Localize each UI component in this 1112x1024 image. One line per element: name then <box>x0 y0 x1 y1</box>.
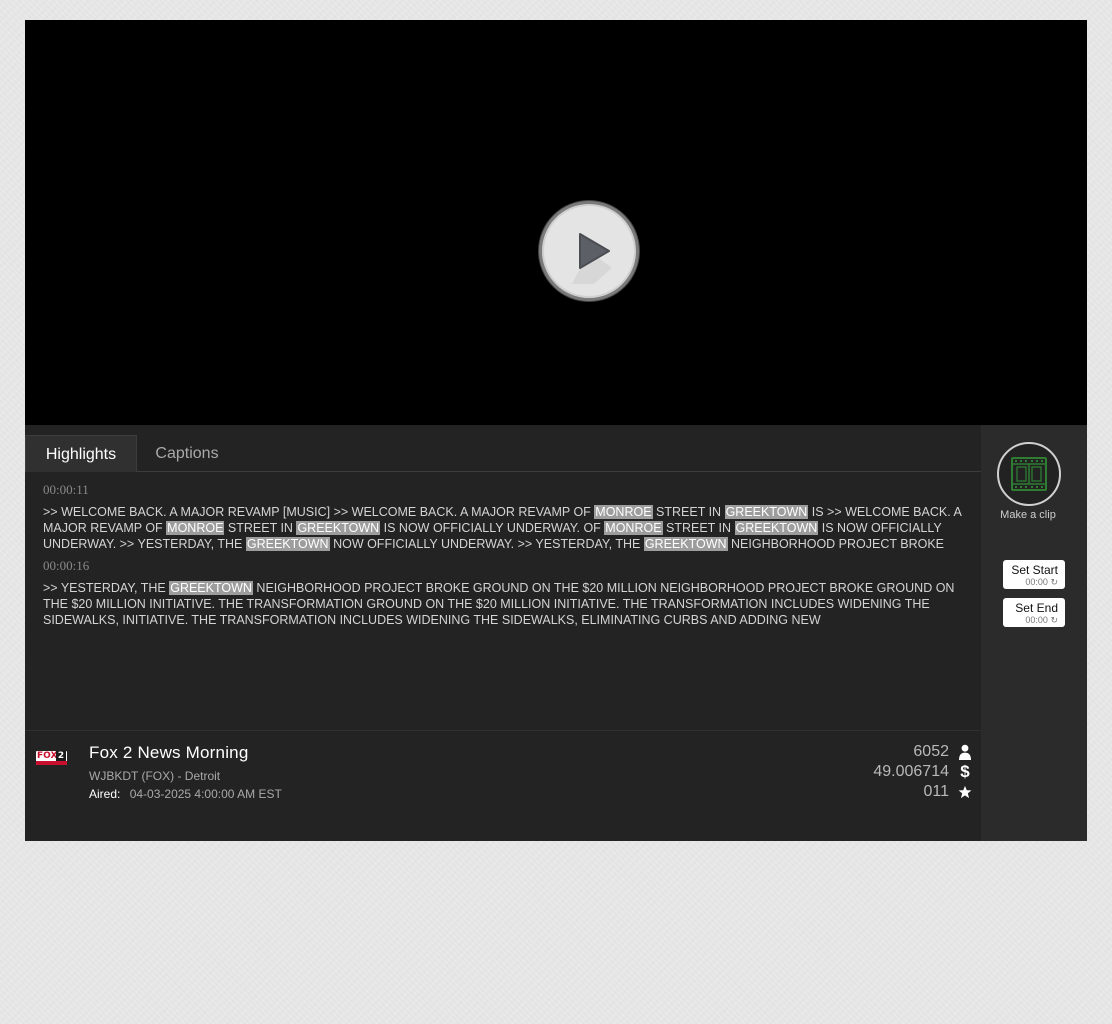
set-start-label: Set Start <box>1011 563 1058 577</box>
film-icon <box>1011 457 1047 491</box>
keyword-highlight: MONROE <box>166 521 225 535</box>
highlights-list: 00:00:11 >> WELCOME BACK. A MAJOR REVAMP … <box>43 482 968 634</box>
aired-label: Aired: <box>89 787 121 801</box>
highlight-item: 00:00:16 >> YESTERDAY, THE GREEKTOWN NEIG… <box>43 558 968 628</box>
aired-value: 04-03-2025 4:00:00 AM EST <box>129 787 282 801</box>
set-end-button[interactable]: Set End 00:00 ↻ <box>1003 598 1065 627</box>
keyword-highlight: GREEKTOWN <box>724 505 809 519</box>
caption-segment: STREET IN <box>224 521 297 535</box>
set-start-button[interactable]: Set Start 00:00 ↻ <box>1003 560 1065 589</box>
highlight-item: 00:00:11 >> WELCOME BACK. A MAJOR REVAMP … <box>43 482 968 552</box>
program-info: FOX 2 Fox 2 News Morning WJBKDT (FOX) - … <box>25 730 981 841</box>
set-end-label: Set End <box>1015 601 1058 615</box>
play-button[interactable] <box>539 201 639 301</box>
station-logo: FOX 2 <box>36 751 67 765</box>
keyword-highlight: GREEKTOWN <box>296 521 381 535</box>
highlight-text: >> YESTERDAY, THE GREEKTOWN NEIGHBORHOOD… <box>43 580 968 628</box>
caption-segment: IS NOW OFFICIALLY UNDERWAY. OF <box>380 521 605 535</box>
keyword-highlight: GREEKTOWN <box>643 537 728 551</box>
stat-audience: 6052 <box>913 742 973 762</box>
keyword-highlight: MONROE <box>594 505 653 519</box>
stat-value: 49.006714 $ <box>873 762 973 782</box>
caption-segment: STREET IN <box>652 505 725 519</box>
audience-value: 6052 <box>913 743 949 760</box>
caption-segment: STREET IN <box>662 521 735 535</box>
keyword-highlight: GREEKTOWN <box>734 521 819 535</box>
dollar-icon: $ <box>960 762 970 781</box>
caption-segment: NOW OFFICIALLY UNDERWAY. >> YESTERDAY, T… <box>329 537 644 551</box>
program-title: Fox 2 News Morning <box>89 743 249 762</box>
caption-segment: NEIGHBORHOOD PROJECT BROKE <box>727 537 945 551</box>
highlight-text: >> WELCOME BACK. A MAJOR REVAMP [MUSIC] … <box>43 504 968 552</box>
caption-segment: >> YESTERDAY, THE <box>43 581 170 595</box>
transcript-panel: Highlights Captions 00:00:11 >> WELCOME B… <box>25 425 981 841</box>
rank-value: 011 <box>923 783 949 800</box>
video-area[interactable] <box>25 20 1087 425</box>
highlight-timestamp[interactable]: 00:00:16 <box>43 558 968 574</box>
keyword-highlight: GREEKTOWN <box>245 537 330 551</box>
make-clip-label: Make a clip <box>1000 509 1056 521</box>
star-icon <box>957 783 973 801</box>
logo-text: FOX <box>37 751 58 761</box>
clip-panel: Make a clip Set Start 00:00 ↻ Set End 00… <box>981 425 1087 841</box>
video-player: Highlights Captions 00:00:11 >> WELCOME B… <box>25 20 1087 841</box>
reset-icon: ↻ <box>1050 577 1058 587</box>
keyword-highlight: MONROE <box>604 521 663 535</box>
value-amount: 49.006714 <box>873 763 949 780</box>
tab-highlights[interactable]: Highlights <box>25 435 137 472</box>
person-icon <box>957 743 973 761</box>
reset-icon: ↻ <box>1050 615 1058 625</box>
logo-bar <box>36 761 67 765</box>
set-start-time: 00:00 ↻ <box>1025 577 1058 587</box>
station-name: WJBKDT (FOX) - Detroit <box>89 769 221 783</box>
make-clip-button[interactable] <box>997 442 1061 506</box>
set-end-time: 00:00 ↻ <box>1025 615 1058 625</box>
play-icon <box>572 233 612 284</box>
tab-bar: Highlights Captions <box>25 435 981 472</box>
highlight-timestamp[interactable]: 00:00:11 <box>43 482 968 498</box>
keyword-highlight: GREEKTOWN <box>169 581 253 595</box>
logo-number: 2 <box>56 751 66 761</box>
tab-captions[interactable]: Captions <box>137 435 237 472</box>
caption-segment: >> WELCOME BACK. A MAJOR REVAMP [MUSIC] … <box>43 505 595 519</box>
stat-rank: 011 <box>923 782 973 802</box>
aired-info: Aired: 04-03-2025 4:00:00 AM EST <box>89 787 282 801</box>
